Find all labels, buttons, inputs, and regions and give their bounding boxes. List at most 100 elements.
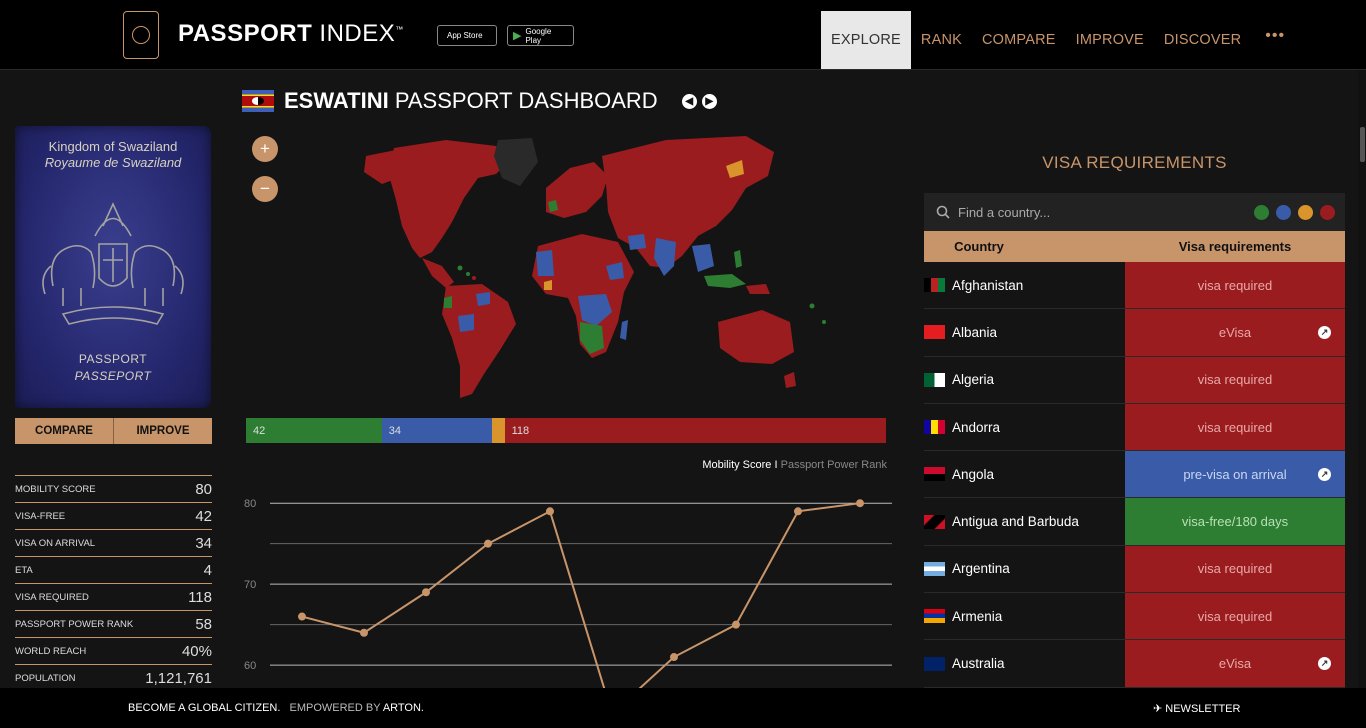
external-link-icon[interactable]: ↗ <box>1318 467 1331 481</box>
table-row[interactable]: Andorra visa required <box>924 403 1345 452</box>
country-name: Angola <box>952 466 995 482</box>
country-cell: Albania <box>924 309 1125 356</box>
eswatini-flag-icon <box>242 90 274 112</box>
map-india <box>654 238 676 276</box>
brand-bold: PASSPORT <box>178 20 313 47</box>
y-tick-label: 80 <box>244 498 256 510</box>
stat-label: POPULATION <box>15 672 76 684</box>
world-visa-map[interactable] <box>246 126 886 406</box>
brand-name[interactable]: PASSPORT INDEX™ <box>178 20 404 48</box>
map-greenland <box>494 138 538 186</box>
country-name: Algeria <box>952 372 995 388</box>
table-row[interactable]: Antigua and Barbuda visa-free/180 days <box>924 498 1345 546</box>
scrollbar-thumb[interactable] <box>1360 127 1365 162</box>
zoom-out-button[interactable]: − <box>252 176 278 202</box>
map-madagascar <box>620 320 628 340</box>
country-flag-icon <box>924 325 945 340</box>
more-menu-icon[interactable]: ••• <box>1251 27 1299 45</box>
passport-index-logo-icon[interactable] <box>123 11 159 59</box>
improve-button[interactable]: IMPROVE <box>113 418 212 444</box>
stat-label: MOBILITY SCORE <box>15 483 96 495</box>
country-cell: Afghanistan <box>924 262 1125 309</box>
nav-compare[interactable]: COMPARE <box>972 11 1066 69</box>
table-row[interactable]: Albania eVisa ↗ <box>924 309 1345 357</box>
country-flag-icon <box>924 278 945 293</box>
table-row[interactable]: Afghanistan visa required <box>924 262 1345 310</box>
stat-value: 40% <box>181 642 212 660</box>
y-tick-label: 70 <box>244 579 256 591</box>
filter-dot[interactable] <box>1298 205 1313 220</box>
data-point <box>670 653 678 662</box>
table-row[interactable]: Armenia visa required <box>924 593 1345 641</box>
map-asia <box>602 136 774 268</box>
visa-requirement-cell: visa required <box>1125 545 1345 593</box>
filter-dot[interactable] <box>1320 205 1335 220</box>
breakdown-segment[interactable]: 34 <box>381 418 492 443</box>
table-row[interactable]: Argentina visa required <box>924 545 1345 594</box>
scrollbar[interactable] <box>1358 70 1366 688</box>
table-row[interactable]: Algeria visa required <box>924 356 1345 404</box>
page-title: ESWATINI PASSPORT DASHBOARD <box>284 88 658 114</box>
coat-of-arms-icon <box>42 202 184 325</box>
stat-visa-free: VISA-FREE 42 <box>15 502 212 529</box>
title-rest: PASSPORT DASHBOARD <box>394 88 658 113</box>
visa-requirement-text: visa required <box>1197 561 1273 577</box>
app-store-badge[interactable]: App Store <box>437 25 497 46</box>
passport-stats-list: MOBILITY SCORE 80 VISA-FREE 42 VISA ON ARR… <box>15 475 212 691</box>
google-play-icon: ▶ <box>513 30 522 42</box>
data-point <box>298 612 306 621</box>
filter-dot[interactable] <box>1254 205 1269 220</box>
map-alaska <box>364 150 398 184</box>
country-cell: Antigua and Barbuda <box>924 498 1125 545</box>
external-link-icon[interactable]: ↗ <box>1318 657 1331 671</box>
previous-arrow-icon[interactable]: ◀ <box>681 93 697 109</box>
google-play-label: Google Play <box>525 26 552 45</box>
google-play-badge[interactable]: ▶ Google Play <box>507 25 574 46</box>
stat-eta: ETA 4 <box>15 556 212 583</box>
brand-light: INDEX <box>319 20 396 47</box>
brand-trademark: ™ <box>395 25 404 34</box>
external-link-icon[interactable]: ↗ <box>1318 325 1331 339</box>
footer-partner[interactable]: ARTON. <box>383 702 424 714</box>
nav-improve[interactable]: IMPROVE <box>1066 11 1154 69</box>
newsletter-link[interactable]: ✈ NEWSLETTER <box>1153 702 1240 715</box>
stat-visa-on-arrival: VISA ON ARRIVAL 34 <box>15 529 212 556</box>
column-country[interactable]: Country <box>924 231 1034 262</box>
visa-requirement-cell: visa required <box>1125 262 1345 309</box>
stat-label: ETA <box>15 564 33 576</box>
stat-value: 42 <box>195 507 212 525</box>
nav-rank[interactable]: RANK <box>911 11 972 69</box>
dashboard-title-row: ESWATINI PASSPORT DASHBOARD ◀ ▶ <box>242 88 717 114</box>
visa-requirement-text: visa required <box>1197 372 1273 388</box>
stat-value: 1,121,761 <box>145 669 212 687</box>
table-row[interactable]: Australia eVisa ↗ <box>924 640 1345 688</box>
compare-button[interactable]: COMPARE <box>15 418 113 444</box>
table-row[interactable]: Angola pre-visa on arrival ↗ <box>924 451 1345 499</box>
visa-requirement-text: visa required <box>1197 419 1273 435</box>
visa-requirement-text: eVisa <box>1218 656 1252 672</box>
passport-actions: COMPARE IMPROVE <box>15 418 212 444</box>
stat-label: VISA REQUIRED <box>15 591 89 603</box>
stat-value: 4 <box>203 561 212 579</box>
next-arrow-icon[interactable]: ▶ <box>701 93 717 109</box>
nav-explore[interactable]: EXPLORE <box>821 11 911 69</box>
search-input[interactable] <box>958 204 1238 220</box>
visa-requirement-text: visa-free/180 days <box>1181 514 1289 530</box>
column-visa-requirements[interactable]: Visa requirements <box>1125 231 1345 262</box>
breakdown-segment[interactable]: 118 <box>504 418 886 443</box>
visa-requirements-title: VISA REQUIREMENTS <box>1042 153 1227 172</box>
footer-empowered: EMPOWERED BY <box>289 702 381 714</box>
filter-dot[interactable] <box>1276 205 1291 220</box>
stat-world-reach: WORLD REACH 40% <box>15 637 212 664</box>
search-icon <box>936 205 950 219</box>
zoom-in-button[interactable]: + <box>252 136 278 162</box>
breakdown-segment[interactable]: 42 <box>246 418 382 443</box>
nav-discover[interactable]: DISCOVER <box>1154 11 1251 69</box>
map-north-america <box>388 140 508 258</box>
country-cell: Australia <box>924 640 1125 687</box>
breakdown-segment[interactable] <box>491 418 505 443</box>
data-point <box>546 507 554 516</box>
visa-requirement-cell: eVisa ↗ <box>1125 640 1345 687</box>
visa-requirement-text: pre-visa on arrival <box>1183 466 1287 482</box>
data-point <box>422 588 430 597</box>
